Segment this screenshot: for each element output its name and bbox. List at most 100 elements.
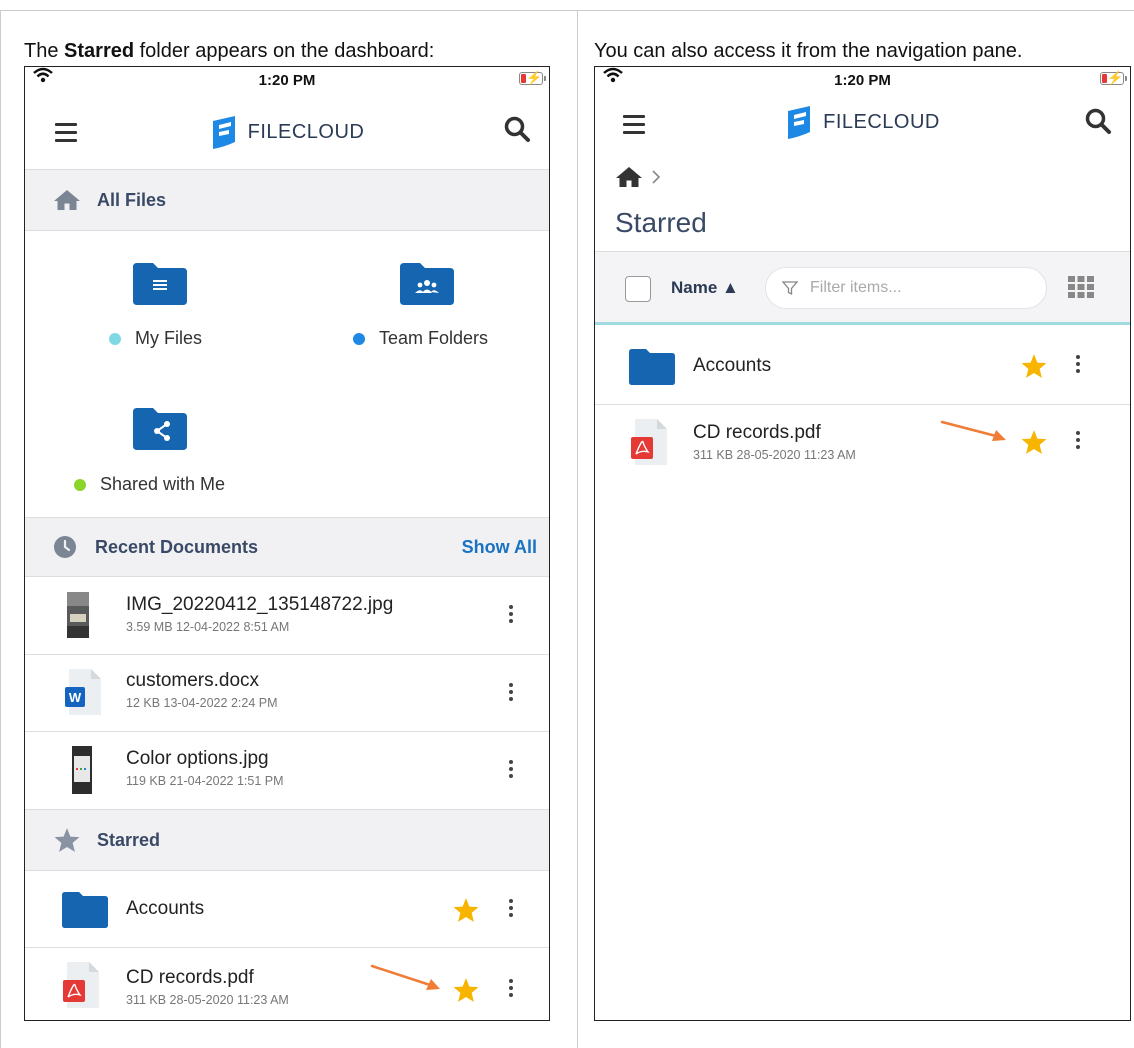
starred-item-name: CD records.pdf xyxy=(126,967,254,988)
all-files-header[interactable]: All Files xyxy=(25,169,549,231)
recent-documents-label: Recent Documents xyxy=(95,536,259,557)
more-options-icon[interactable] xyxy=(509,683,513,704)
home-icon xyxy=(54,190,80,210)
folder-team-icon xyxy=(400,263,454,305)
folder-doc-icon xyxy=(133,263,187,305)
status-time: 1:20 PM xyxy=(834,72,891,89)
annotation-arrow-icon xyxy=(940,420,1006,441)
list-row-cd-records[interactable]: CD records.pdf 311 KB 28-05-2020 11:23 A… xyxy=(595,405,1130,481)
starred-list: Accounts CD records.pdf 311 KB 28-05-202… xyxy=(595,325,1130,481)
team-folders-dot xyxy=(353,332,365,345)
my-files-text: My Files xyxy=(135,328,202,348)
starred-header[interactable]: Starred xyxy=(25,810,549,871)
filter-icon xyxy=(782,281,798,296)
star-outline-icon xyxy=(54,828,80,852)
starred-row-cd-records[interactable]: CD records.pdf 311 KB 28-05-2020 11:23 A… xyxy=(25,948,549,1020)
list-toolbar: Name ▲ Filter items... xyxy=(595,251,1130,325)
status-bar: 1:20 PM ⚡ xyxy=(595,67,1130,93)
shared-text: Shared with Me xyxy=(100,474,226,494)
left-caption-suffix: folder appears on the dashboard: xyxy=(134,40,435,62)
recent-row-docx[interactable]: W customers.docx 12 KB 13-04-2022 2:24 P… xyxy=(25,655,549,732)
star-icon[interactable] xyxy=(452,977,480,1003)
right-caption: You can also access it from the navigati… xyxy=(594,40,1023,62)
more-options-icon[interactable] xyxy=(1076,355,1080,376)
starred-screen: 1:20 PM ⚡ FILECLOUD Starred Name ▲ Filte… xyxy=(594,66,1131,1021)
image-thumbnail xyxy=(72,746,92,794)
recent-file-name: Color options.jpg xyxy=(126,748,269,769)
filecloud-logo: FILECLOUD xyxy=(25,115,549,149)
team-folders-text: Team Folders xyxy=(379,328,489,348)
page-title: Starred xyxy=(615,207,707,238)
filecloud-logo: FILECLOUD xyxy=(595,105,1130,139)
files-grid: My Files Team Folders Shared with Me xyxy=(25,231,549,517)
brand-name: FILECLOUD xyxy=(823,110,940,133)
sort-by-name-button[interactable]: Name ▲ xyxy=(671,278,739,298)
recent-file-meta: 12 KB 13-04-2022 2:24 PM xyxy=(126,696,278,710)
pdf-icon xyxy=(63,962,99,1008)
filter-input[interactable]: Filter items... xyxy=(765,267,1047,309)
recent-file-name: customers.docx xyxy=(126,670,260,691)
more-options-icon[interactable] xyxy=(509,760,513,781)
brand-name: FILECLOUD xyxy=(247,120,365,143)
annotation-arrow-icon xyxy=(370,964,440,990)
word-doc-icon: W xyxy=(65,669,101,715)
list-item-name: Accounts xyxy=(693,355,772,376)
grid-view-icon[interactable] xyxy=(1068,276,1094,298)
filecloud-logo-icon xyxy=(212,116,235,149)
pdf-icon xyxy=(631,419,667,465)
battery-icon: ⚡ xyxy=(1100,70,1127,85)
star-icon[interactable] xyxy=(1020,429,1048,455)
list-item-name: CD records.pdf xyxy=(693,422,821,443)
svg-text:W: W xyxy=(69,690,82,705)
recent-file-meta: 119 KB 21-04-2022 1:51 PM xyxy=(126,774,284,788)
breadcrumb xyxy=(615,165,661,189)
image-thumbnail xyxy=(67,592,89,638)
home-icon[interactable] xyxy=(615,165,643,189)
left-caption-prefix: The xyxy=(24,40,65,62)
tile-my-files-label[interactable]: My Files xyxy=(109,328,202,349)
app-bar: FILECLOUD xyxy=(25,93,549,169)
filecloud-logo-icon xyxy=(788,106,811,139)
tile-team-folders[interactable] xyxy=(400,263,454,310)
list-row-accounts[interactable]: Accounts xyxy=(595,325,1130,405)
recent-file-meta: 3.59 MB 12-04-2022 8:51 AM xyxy=(126,620,290,634)
show-all-link[interactable]: Show All xyxy=(462,537,537,558)
folder-share-icon xyxy=(133,408,187,450)
status-time: 1:20 PM xyxy=(258,72,316,89)
more-options-icon[interactable] xyxy=(509,979,513,1000)
chevron-right-icon xyxy=(652,170,661,184)
star-icon[interactable] xyxy=(1020,353,1048,379)
left-caption-bold: Starred xyxy=(64,40,135,62)
starred-label: Starred xyxy=(97,829,161,850)
list-item-meta: 311 KB 28-05-2020 11:23 AM xyxy=(693,448,856,462)
folder-icon xyxy=(629,349,675,385)
search-icon[interactable] xyxy=(1084,107,1112,135)
status-bar: 1:20 PM ⚡ xyxy=(25,67,549,93)
tile-team-folders-label[interactable]: Team Folders xyxy=(353,328,488,349)
app-bar: FILECLOUD xyxy=(595,93,1130,153)
starred-item-name: Accounts xyxy=(126,898,205,919)
search-icon[interactable] xyxy=(503,115,531,143)
all-files-label: All Files xyxy=(97,189,167,210)
dashboard-screen: 1:20 PM ⚡ FILECLOUD All Files My Files T… xyxy=(24,66,550,1021)
recent-file-name: IMG_20220412_135148722.jpg xyxy=(126,594,394,615)
tile-shared-with-me[interactable] xyxy=(133,408,187,455)
more-options-icon[interactable] xyxy=(509,605,513,626)
starred-item-meta: 311 KB 28-05-2020 11:23 AM xyxy=(126,993,289,1007)
more-options-icon[interactable] xyxy=(509,899,513,920)
star-icon[interactable] xyxy=(452,897,480,923)
tile-shared-label[interactable]: Shared with Me xyxy=(74,474,225,495)
starred-row-accounts[interactable]: Accounts xyxy=(25,871,549,948)
select-all-checkbox[interactable] xyxy=(625,276,651,302)
tile-my-files[interactable] xyxy=(133,263,187,310)
folder-icon xyxy=(62,892,108,928)
column-divider xyxy=(577,10,578,1048)
battery-icon: ⚡ xyxy=(519,70,546,85)
recent-row-color-options[interactable]: Color options.jpg 119 KB 21-04-2022 1:51… xyxy=(25,732,549,810)
recent-row-image[interactable]: IMG_20220412_135148722.jpg 3.59 MB 12-04… xyxy=(25,577,549,655)
left-caption: The Starred folder appears on the dashbo… xyxy=(24,40,434,63)
recent-documents-header: Recent Documents Show All xyxy=(25,517,549,577)
clock-icon xyxy=(54,536,76,558)
more-options-icon[interactable] xyxy=(1076,431,1080,452)
filter-placeholder: Filter items... xyxy=(810,279,902,296)
